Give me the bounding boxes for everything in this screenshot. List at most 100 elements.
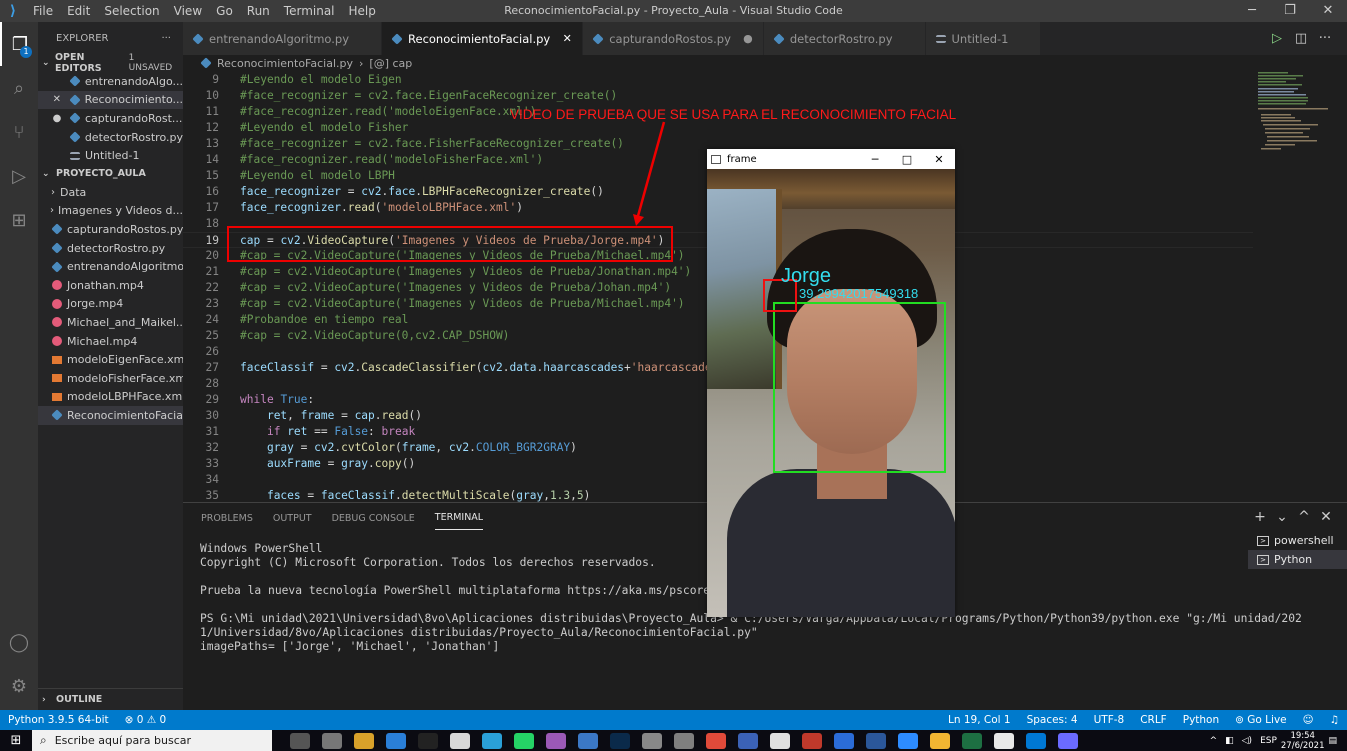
tab-close-button[interactable]: ✕ [562, 32, 572, 45]
taskbar-app-icon[interactable] [866, 732, 886, 749]
minimap[interactable] [1253, 72, 1347, 502]
file-item[interactable]: modeloFisherFace.xml [38, 369, 183, 388]
taskbar-app-icon[interactable] [706, 732, 726, 749]
taskbar-app-icon[interactable] [610, 732, 630, 749]
taskbar-app-icon[interactable] [930, 732, 950, 749]
open-editors-header[interactable]: ⌄ OPEN EDITORS 1 UNSAVED [38, 52, 183, 74]
menu-help[interactable]: Help [342, 0, 383, 22]
breadcrumb-file[interactable]: ReconocimientoFacial.py [217, 57, 353, 70]
tab-terminal[interactable]: TERMINAL [434, 506, 484, 530]
file-item[interactable]: capturandoRostos.py [38, 220, 183, 239]
input-language[interactable]: ESP [1260, 736, 1277, 746]
taskbar-app-icon[interactable] [482, 732, 502, 749]
taskbar-app-icon[interactable] [418, 732, 438, 749]
line-endings[interactable]: CRLF [1132, 714, 1175, 726]
outline-header[interactable]: › OUTLINE [38, 689, 183, 710]
taskbar-app-icon[interactable] [738, 732, 758, 749]
explorer-icon[interactable]: ❐ 1 [0, 22, 38, 66]
file-item[interactable]: modeloLBPHFace.xml [38, 388, 183, 407]
taskbar-app-icon[interactable] [802, 732, 822, 749]
notifications-bell-icon[interactable]: ♫ [1322, 714, 1347, 726]
code-line[interactable]: 10 #face_recognizer = cv2.face.EigenFaceR… [183, 88, 1253, 104]
clock[interactable]: 19:54 27/6/2021 [1281, 731, 1325, 751]
taskbar-app-icon[interactable] [386, 732, 406, 749]
encoding[interactable]: UTF-8 [1086, 714, 1133, 726]
frame-close-button[interactable]: ✕ [923, 153, 955, 166]
file-item[interactable]: Jonathan.mp4 [38, 276, 183, 295]
explorer-more-button[interactable]: ··· [161, 33, 171, 44]
indentation[interactable]: Spaces: 4 [1019, 714, 1086, 726]
menu-file[interactable]: File [26, 0, 60, 22]
taskbar-app-icon[interactable] [290, 732, 310, 749]
menu-run[interactable]: Run [240, 0, 277, 22]
terminal-item-python[interactable]: > Python [1248, 550, 1347, 569]
more-actions-icon[interactable]: ··· [1313, 31, 1337, 46]
taskbar-app-icon[interactable] [1058, 732, 1078, 749]
cursor-position[interactable]: Ln 19, Col 1 [940, 714, 1019, 726]
problems-count[interactable]: ⊗ 0 ⚠ 0 [117, 714, 175, 726]
code-line[interactable]: 9 #Leyendo el modelo Eigen [183, 72, 1253, 88]
taskbar-app-icon[interactable] [322, 732, 342, 749]
code-line[interactable]: 12 #Leyendo el modelo Fisher [183, 120, 1253, 136]
menu-go[interactable]: Go [209, 0, 240, 22]
file-item[interactable]: Michael_and_Maikel.... [38, 313, 183, 332]
taskbar-app-icon[interactable] [354, 732, 374, 749]
file-item[interactable]: Michael.mp4 [38, 332, 183, 351]
restore-button[interactable]: ❐ [1271, 0, 1309, 22]
taskbar-app-icon[interactable] [1026, 732, 1046, 749]
tab-debug-console[interactable]: DEBUG CONSOLE [332, 507, 415, 530]
editor-item-status[interactable]: ● [50, 113, 64, 124]
open-editor-item[interactable]: entrenandoAlgo... [38, 72, 183, 91]
project-folder-header[interactable]: ⌄ PROYECTO_AULA [38, 165, 183, 183]
language-mode[interactable]: Python [1175, 714, 1227, 726]
editor-tab[interactable]: detectorRostro.py [763, 22, 926, 55]
editor-tab[interactable]: entrenandoAlgoritmo.py [183, 22, 383, 55]
breadcrumb-symbol[interactable]: [@] cap [369, 57, 412, 70]
terminal-item-powershell[interactable]: > powershell [1248, 531, 1347, 550]
taskbar-app-icon[interactable] [642, 732, 662, 749]
menu-edit[interactable]: Edit [60, 0, 97, 22]
taskbar-app-icon[interactable] [674, 732, 694, 749]
taskbar-app-icon[interactable] [546, 732, 566, 749]
terminal-dropdown-button[interactable]: ⌄ [1271, 509, 1293, 525]
editor-item-status[interactable]: ✕ [50, 94, 64, 105]
windows-start-icon[interactable]: ⊞ [0, 733, 32, 748]
notification-center-icon[interactable]: ▤ [1328, 736, 1337, 746]
volume-icon[interactable]: ◁) [1242, 736, 1252, 746]
editor-tab[interactable]: capturandoRostos.py ● [583, 22, 764, 55]
folder-item[interactable]: › Data [38, 183, 183, 202]
split-editor-icon[interactable]: ◫ [1289, 31, 1313, 46]
search-icon[interactable]: ⌕ [0, 66, 38, 110]
open-editor-item[interactable]: detectorRostro.py [38, 128, 183, 147]
extensions-icon[interactable]: ⊞ [0, 198, 38, 242]
taskbar-app-icon[interactable] [834, 732, 854, 749]
network-icon[interactable]: ◧ [1225, 736, 1234, 746]
menu-terminal[interactable]: Terminal [277, 0, 342, 22]
menu-view[interactable]: View [167, 0, 209, 22]
open-editor-item[interactable]: Untitled-1 [38, 146, 183, 165]
folder-item[interactable]: › Imagenes y Videos d... [38, 202, 183, 221]
close-button[interactable]: ✕ [1309, 0, 1347, 22]
taskbar-app-icon[interactable] [450, 732, 470, 749]
frame-maximize-button[interactable]: □ [891, 153, 923, 166]
editor-tab[interactable]: ReconocimientoFacial.py ✕ [382, 22, 584, 55]
tab-close-button[interactable]: ● [743, 32, 753, 45]
taskbar-app-icon[interactable] [578, 732, 598, 749]
taskbar-app-icon[interactable] [898, 732, 918, 749]
python-interpreter[interactable]: Python 3.9.5 64-bit [0, 714, 117, 726]
taskbar-app-icon[interactable] [994, 732, 1014, 749]
run-debug-icon[interactable]: ▷ [0, 154, 38, 198]
feedback-icon[interactable]: ☺ [1295, 714, 1322, 726]
file-item[interactable]: Jorge.mp4 [38, 295, 183, 314]
editor-tab[interactable]: Untitled-1 [925, 22, 1042, 55]
file-item[interactable]: ReconocimientoFacial... [38, 406, 183, 425]
taskbar-app-icon[interactable] [770, 732, 790, 749]
close-panel-button[interactable]: ✕ [1315, 509, 1337, 525]
tray-expand-icon[interactable]: ^ [1210, 736, 1218, 746]
minimize-button[interactable]: ─ [1233, 0, 1271, 22]
frame-minimize-button[interactable]: ─ [859, 153, 891, 166]
opencv-frame-window[interactable]: frame ─ □ ✕ Jorge 39.29942017549318 [707, 149, 955, 617]
open-editor-item[interactable]: ✕ Reconocimiento... [38, 90, 183, 110]
run-file-icon[interactable]: ▷ [1265, 31, 1289, 46]
open-editor-item[interactable]: ● capturandoRost... [38, 109, 183, 128]
